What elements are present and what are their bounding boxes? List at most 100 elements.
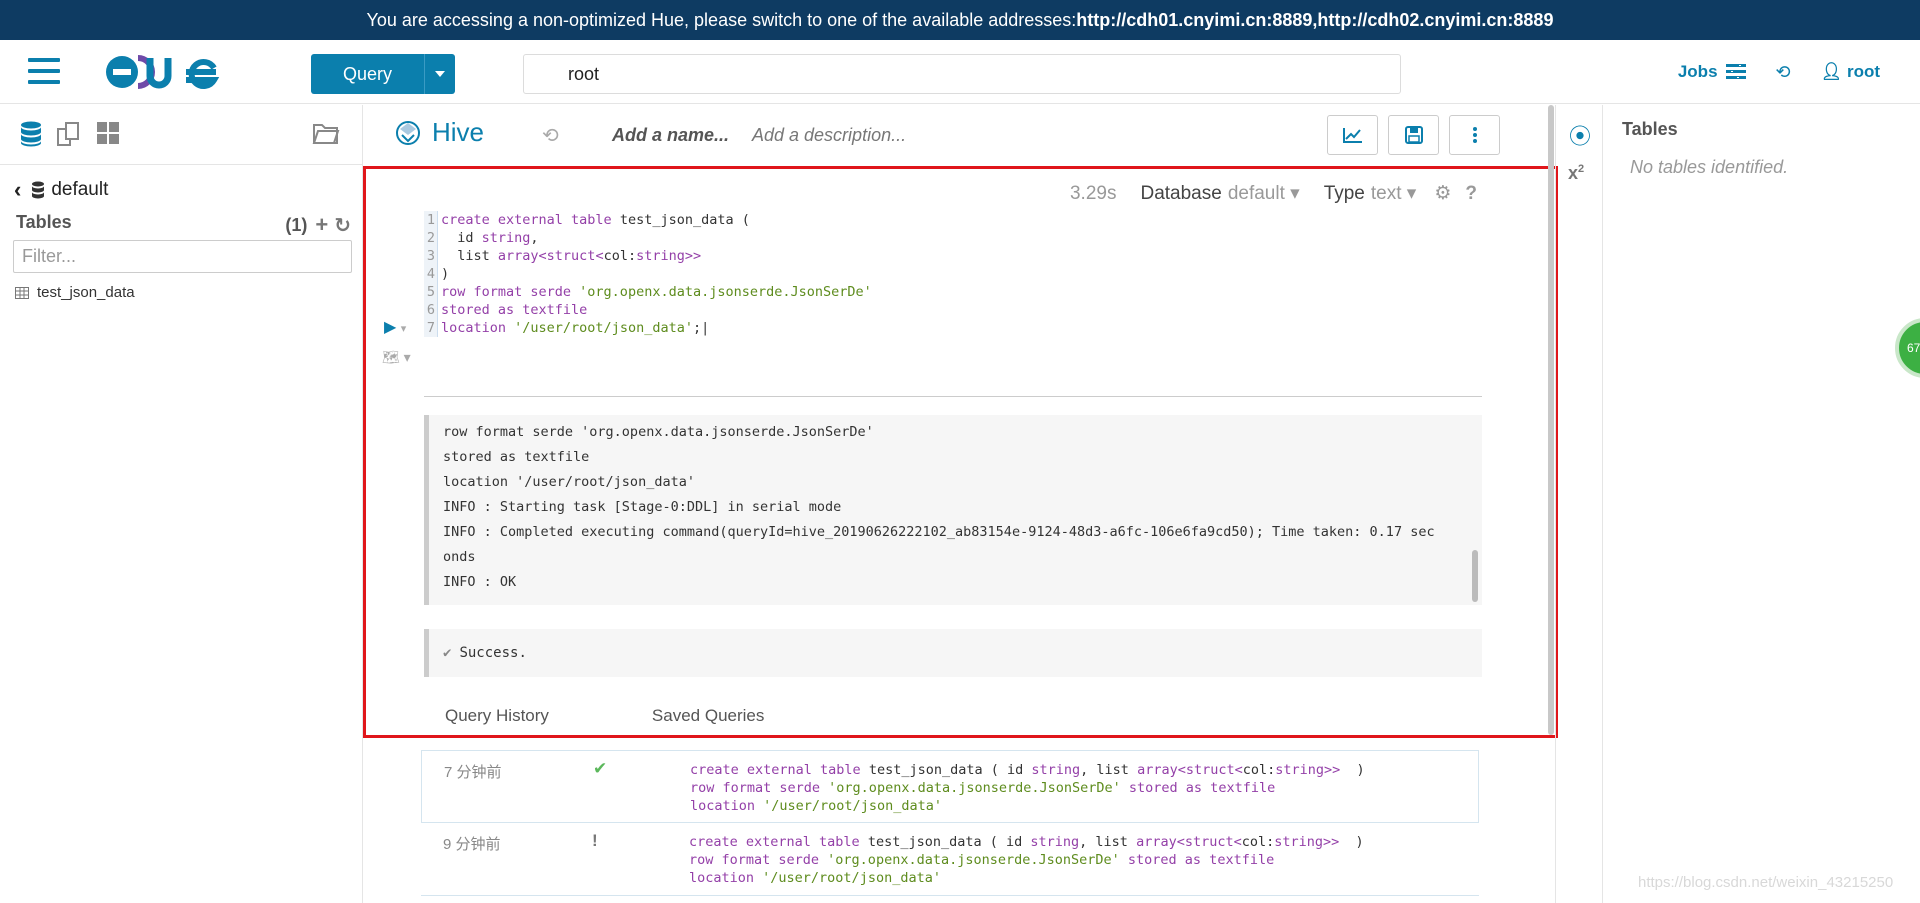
save-icon [1404, 126, 1423, 144]
query-snippet: 3.29s Database default ▾ Type text ▾ ⚙ ?… [363, 166, 1558, 738]
run-query-button[interactable]: ▶ ▾ [384, 317, 406, 337]
history-time: 9 分钟前 [443, 836, 501, 853]
code-line: 2 id string, [424, 229, 872, 247]
history-row[interactable]: 9 分钟前 ! create external table test_json_… [421, 823, 1479, 896]
type-select[interactable]: text ▾ [1371, 182, 1416, 205]
save-button[interactable] [1388, 115, 1439, 155]
table-filter-input[interactable]: Filter... [13, 240, 352, 273]
top-navbar: Query root Jobs ⟲ 👤︎ root [0, 40, 1920, 104]
right-assist-strip: ⦿ x2 [1555, 105, 1603, 903]
filter-placeholder: Filter... [22, 246, 77, 266]
hamburger-menu-icon[interactable] [28, 58, 60, 86]
help-icon[interactable]: ? [1465, 183, 1477, 205]
table-list-item[interactable]: test_json_data [15, 284, 135, 301]
vertical-ellipsis-icon [1472, 127, 1477, 143]
documents-icon[interactable] [56, 121, 82, 147]
hive-engine-title: Hive [394, 117, 484, 148]
jobs-list-icon [1725, 64, 1746, 79]
global-search-input[interactable]: root [523, 54, 1401, 94]
type-label: Type [1323, 182, 1365, 204]
database-breadcrumb[interactable]: ‹ default [14, 177, 108, 203]
user-name: root [1846, 62, 1880, 81]
check-icon: ✔ [443, 645, 452, 661]
badge-value: 67 [1907, 341, 1920, 355]
query-dropdown-toggle[interactable] [424, 54, 455, 94]
snippet-meta-bar: 3.29s Database default ▾ Type text ▾ ⚙ ? [1070, 182, 1477, 205]
compass-icon[interactable]: ⦿ [1569, 119, 1591, 151]
history-row[interactable]: 7 分钟前 ✔ create external table test_json_… [421, 750, 1479, 823]
code-line: 1 create external table test_json_data ( [424, 211, 872, 229]
history-query-text: create external table test_json_data ( i… [690, 762, 1365, 814]
editor-divider[interactable] [424, 396, 1482, 397]
right-assist-panel: Tables No tables identified. [1604, 105, 1920, 903]
tab-query-history[interactable]: Query History [445, 706, 549, 726]
success-message: Success. [459, 645, 527, 661]
success-check-icon: ✔ [593, 759, 608, 778]
banner-link-cdh02[interactable]: http://cdh02.cnyimi.cn:8889 [1317, 10, 1553, 31]
log-line: row format serde 'org.openx.data.jsonser… [443, 424, 874, 440]
query-description-field[interactable]: Add a description... [752, 125, 906, 146]
database-label: Database [1140, 182, 1222, 204]
watermark: https://blog.csdn.net/weixin_43215250 [1638, 874, 1894, 891]
table-icon [15, 286, 29, 299]
left-assist-panel: ‹ default Tables (1) + ↻ Filter... test_… [0, 105, 363, 903]
tables-header: Tables (1) + ↻ [16, 212, 351, 238]
warning-exclamation-icon: ! [592, 831, 598, 850]
banner-link-cdh01[interactable]: http://cdh01.cnyimi.cn:8889 [1076, 10, 1312, 31]
database-name: default [51, 179, 109, 200]
functions-x2-icon[interactable]: x2 [1568, 163, 1584, 184]
database-small-icon [32, 181, 45, 199]
log-line: stored as textfile [443, 449, 590, 465]
hive-bee-icon [396, 120, 420, 145]
log-line: INFO : OK [443, 574, 517, 590]
log-line: INFO : Completed executing command(query… [443, 524, 1435, 540]
query-button[interactable]: Query [311, 54, 455, 94]
no-tables-message: No tables identified. [1630, 157, 1789, 177]
banner-text: You are accessing a non-optimized Hue, p… [366, 9, 1077, 30]
refresh-icon[interactable]: ↻ [334, 213, 351, 238]
code-line: 7 location '/user/root/json_data';| [424, 319, 872, 337]
tables-count: (1) [285, 214, 308, 235]
jobs-label: Jobs [1677, 62, 1718, 81]
line-chart-icon [1342, 128, 1362, 143]
database-select[interactable]: default ▾ [1228, 182, 1300, 205]
apps-grid-icon[interactable] [96, 121, 120, 145]
folder-open-icon[interactable] [312, 121, 340, 145]
type-select-value: text [1370, 183, 1402, 204]
query-history-icon[interactable]: ⟲ [542, 123, 559, 148]
editor-vertical-scrollbar[interactable] [1548, 105, 1554, 735]
code-line: 6 stored as textfile [424, 301, 872, 319]
history-time: 7 分钟前 [444, 764, 502, 781]
history-icon[interactable]: ⟲ [1776, 62, 1791, 83]
caret-down-icon [435, 71, 445, 77]
code-line: 5 row format serde 'org.openx.data.jsonse… [424, 283, 872, 301]
non-optimized-warning-banner: You are accessing a non-optimized Hue, p… [0, 0, 1920, 40]
query-name-field[interactable]: Add a name... [612, 125, 729, 146]
table-name: test_json_data [37, 284, 135, 301]
log-line: INFO : Starting task [Stage-0:DDL] in se… [443, 499, 842, 515]
execution-log: row format serde 'org.openx.data.jsonser… [424, 415, 1482, 605]
code-line: 4) [424, 265, 872, 283]
user-icon: 👤︎ [1820, 62, 1843, 81]
settings-gear-icon[interactable]: ⚙ [1434, 182, 1451, 205]
database-icon[interactable] [20, 121, 42, 147]
more-options-button[interactable] [1449, 115, 1500, 155]
execution-time: 3.29s [1069, 182, 1117, 204]
log-line: onds [443, 549, 476, 565]
jobs-button[interactable]: Jobs [1678, 62, 1746, 82]
add-table-icon[interactable]: + [315, 212, 328, 238]
chevron-left-icon[interactable]: ‹ [14, 177, 21, 203]
explain-icon[interactable]: 🗺︎ ▾ [382, 349, 411, 366]
editor-header: Hive ⟲ Add a name... Add a description..… [364, 105, 1554, 165]
query-button-label: Query [342, 63, 393, 84]
user-menu[interactable]: 👤︎ root [1821, 62, 1880, 82]
sql-code-editor[interactable]: 1 create external table test_json_data ( … [424, 211, 872, 337]
query-history-list: 7 分钟前 ✔ create external table test_json_… [421, 750, 1479, 896]
log-scrollbar[interactable] [1472, 550, 1478, 602]
chart-button[interactable] [1327, 115, 1378, 155]
tab-saved-queries[interactable]: Saved Queries [652, 706, 764, 726]
right-panel-title: Tables [1622, 119, 1678, 139]
history-query-text: create external table test_json_data ( i… [689, 834, 1364, 886]
hue-logo [106, 55, 220, 89]
tables-label: Tables [16, 212, 72, 232]
